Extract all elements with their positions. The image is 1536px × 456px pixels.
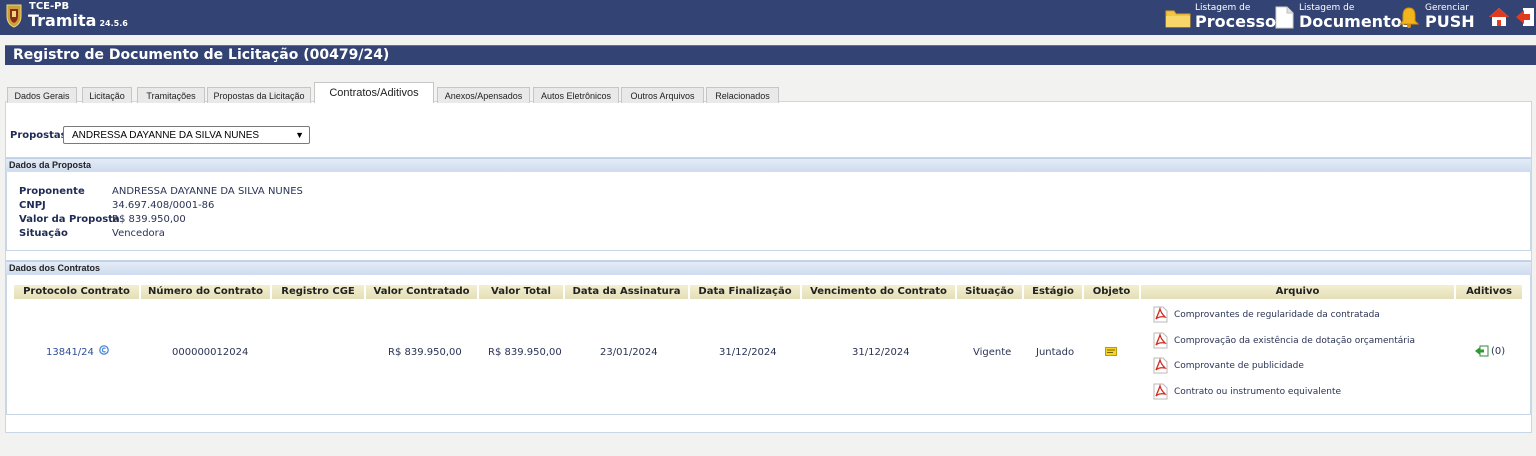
col-arquivo[interactable]: Arquivo xyxy=(1141,285,1455,299)
protocolo-contrato-link[interactable]: 13841/24 xyxy=(46,347,94,358)
valor-proposta-value: R$ 839.950,00 xyxy=(112,214,186,225)
col-protocolo-contrato[interactable]: Protocolo Contrato xyxy=(14,285,140,299)
tab-autos-eletronicos[interactable]: Autos Eletrônicos xyxy=(533,87,619,103)
col-data-assinatura[interactable]: Data da Assinatura xyxy=(565,285,689,299)
vencimento-cell: 31/12/2024 xyxy=(852,347,910,358)
listagem-processos-button[interactable]: Listagem de Processos xyxy=(1165,1,1286,33)
col-situacao[interactable]: Situação xyxy=(957,285,1023,299)
proponente-label: Proponente xyxy=(19,186,85,197)
col-estagio[interactable]: Estágio xyxy=(1024,285,1083,299)
listagem-documentos-button[interactable]: Listagem de Documentos xyxy=(1273,1,1411,33)
numero-contrato-cell: 000000012024 xyxy=(172,347,249,358)
tab-outros-arquivos[interactable]: Outros Arquivos xyxy=(621,87,704,103)
tab-tramitacoes[interactable]: Tramitações xyxy=(137,87,205,103)
home-icon[interactable] xyxy=(1488,6,1510,28)
dados-proposta-header: Dados da Proposta xyxy=(6,158,1531,172)
propostas-selected-value: ANDRESSA DAYANNE DA SILVA NUNES xyxy=(72,129,260,141)
propostas-label: Propostas xyxy=(10,130,67,141)
col-registro-cge[interactable]: Registro CGE xyxy=(272,285,365,299)
col-aditivos[interactable]: Aditivos xyxy=(1456,285,1523,299)
situacao-value: Vencedora xyxy=(112,228,165,239)
cnpj-value: 34.697.408/0001-86 xyxy=(112,200,215,211)
col-vencimento-contrato[interactable]: Vencimento do Contrato xyxy=(802,285,956,299)
propostas-select[interactable]: ANDRESSA DAYANNE DA SILVA NUNES ▼ xyxy=(63,126,310,144)
dados-contratos-header: Dados dos Contratos xyxy=(6,261,1531,275)
estagio-cell: Juntado xyxy=(1036,347,1075,358)
proponente-value: ANDRESSA DAYANNE DA SILVA NUNES xyxy=(112,186,303,197)
aditivos-count: (0) xyxy=(1491,345,1506,357)
app-name: Tramita 24.5.6 xyxy=(28,11,128,30)
arquivo-link[interactable]: Comprovantes de regularidade da contrata… xyxy=(1153,306,1380,323)
col-objeto[interactable]: Objeto xyxy=(1084,285,1140,299)
note-icon[interactable] xyxy=(1105,347,1117,356)
bell-icon xyxy=(1398,7,1420,28)
enter-icon xyxy=(1475,345,1489,357)
arquivo-link[interactable]: Comprovação da existência de dotação orç… xyxy=(1153,332,1415,349)
tab-contratos-aditivos[interactable]: Contratos/Aditivos xyxy=(314,82,434,103)
folder-icon xyxy=(1165,10,1191,28)
valor-contratado-cell: R$ 839.950,00 xyxy=(388,347,462,358)
arquivo-link[interactable]: Comprovante de publicidade xyxy=(1153,357,1304,374)
aditivos-link[interactable]: (0) xyxy=(1475,345,1505,357)
situacao-cell: Vigente xyxy=(973,347,1012,358)
logout-icon[interactable] xyxy=(1515,6,1536,28)
col-valor-total[interactable]: Valor Total xyxy=(479,285,564,299)
document-icon xyxy=(1275,6,1294,29)
tab-propostas-licitacao[interactable]: Propostas da Licitação xyxy=(207,87,311,103)
pdf-icon xyxy=(1153,306,1168,323)
col-valor-contratado[interactable]: Valor Contratado xyxy=(366,285,478,299)
arquivo-link[interactable]: Contrato ou instrumento equivalente xyxy=(1153,383,1341,400)
valor-total-cell: R$ 839.950,00 xyxy=(488,347,562,358)
data-finalizacao-cell: 31/12/2024 xyxy=(719,347,777,358)
situacao-label: Situação xyxy=(19,228,68,239)
top-bar: TCE-PB Tramita 24.5.6 Listagem de Processo… xyxy=(0,0,1536,35)
tab-dados-gerais[interactable]: Dados Gerais xyxy=(7,87,77,103)
gerenciar-push-button[interactable]: Gerenciar PUSH xyxy=(1397,1,1475,33)
copy-icon[interactable] xyxy=(99,345,109,355)
valor-proposta-label: Valor da Proposta xyxy=(19,214,120,225)
tab-licitacao[interactable]: Licitação xyxy=(82,87,132,103)
tab-anexos-apensados[interactable]: Anexos/Apensados xyxy=(437,87,530,103)
pdf-icon xyxy=(1153,383,1168,400)
page-title: Registro de Documento de Licitação (0047… xyxy=(13,47,390,63)
cnpj-label: CNPJ xyxy=(19,200,46,211)
col-numero-contrato[interactable]: Número do Contrato xyxy=(141,285,271,299)
col-data-finalizacao[interactable]: Data Finalização xyxy=(690,285,801,299)
app-version: 24.5.6 xyxy=(99,19,128,28)
pdf-icon xyxy=(1153,332,1168,349)
tce-shield-logo xyxy=(6,4,22,28)
chevron-down-icon: ▼ xyxy=(295,130,304,140)
data-assinatura-cell: 23/01/2024 xyxy=(600,347,658,358)
pdf-icon xyxy=(1153,357,1168,374)
tab-relacionados[interactable]: Relacionados xyxy=(706,87,779,103)
page-title-bar: Registro de Documento de Licitação (0047… xyxy=(5,45,1536,65)
